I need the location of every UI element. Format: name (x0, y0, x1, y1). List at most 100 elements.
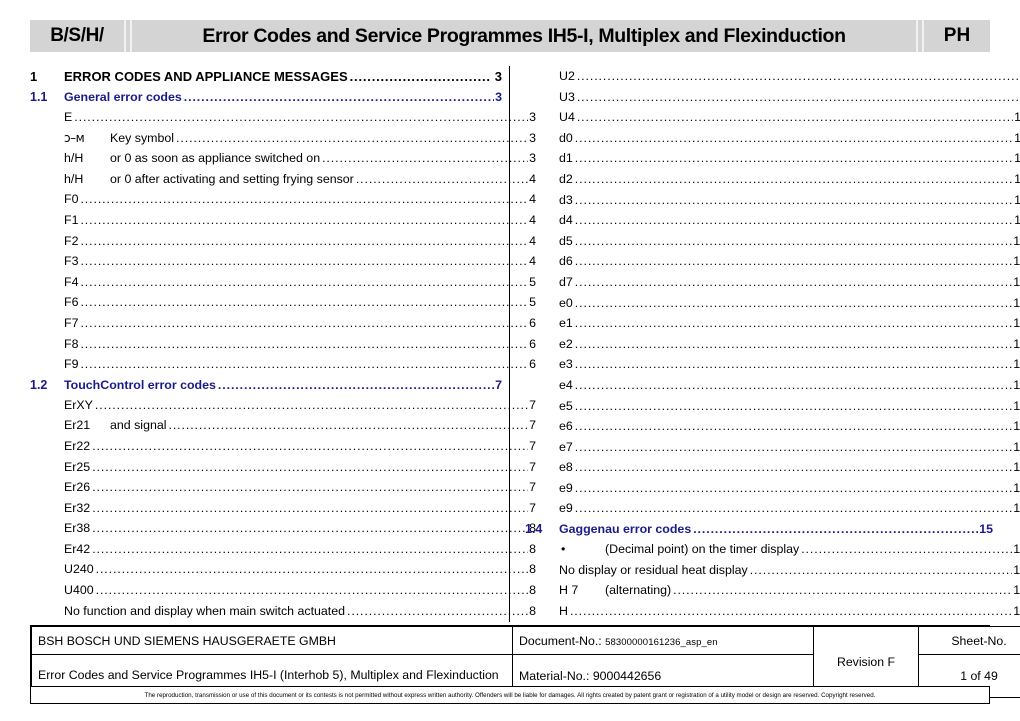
material-no-label: Material-No.: (519, 669, 590, 683)
toc-entry[interactable]: F7......................................… (30, 317, 536, 338)
leader-dots: ........................................… (574, 337, 1012, 351)
toc-entry[interactable]: e9......................................… (525, 482, 1020, 503)
toc-page-number: 15 (979, 523, 993, 537)
leader-dots: ........................................… (574, 234, 1012, 248)
toc-entry[interactable]: e2......................................… (525, 338, 1020, 359)
toc-entry[interactable]: F0......................................… (30, 193, 536, 214)
toc-entry[interactable]: Er42....................................… (30, 543, 536, 564)
toc-entry[interactable]: e9......................................… (525, 502, 1020, 523)
toc-section-label: TouchControl error codes (64, 378, 216, 392)
toc-entry[interactable]: Er25....................................… (30, 461, 536, 482)
leader-dots: ........................................… (80, 337, 528, 350)
toc-page-number: 11 (1014, 152, 1020, 166)
leader-dots: ........................................… (92, 439, 528, 453)
column-divider (509, 66, 510, 622)
toc-page-number: 3 (494, 70, 502, 84)
toc-entry[interactable]: Er38....................................… (30, 522, 536, 543)
toc-entry-code: No function and display when main switch… (64, 604, 346, 618)
leader-dots: ........................................… (574, 172, 1014, 186)
toc-entry[interactable]: e4......................................… (525, 379, 1020, 400)
toc-entry[interactable]: F3......................................… (30, 255, 536, 276)
leader-dots: ........................................… (574, 378, 1012, 392)
toc-entry[interactable]: No display or residual heat display.....… (525, 564, 1020, 585)
leader-dots: ........................................… (574, 193, 1014, 206)
toc-entry[interactable]: ɔ–ᴍ Key symbol ..........................… (30, 132, 536, 153)
toc-entry[interactable]: E.......................................… (30, 111, 536, 132)
toc-entry-code: U400 (64, 584, 94, 598)
toc-entry[interactable]: Er32....................................… (30, 502, 536, 523)
toc-entry[interactable]: F6......................................… (30, 296, 536, 317)
toc-entry[interactable]: e8......................................… (525, 461, 1020, 482)
leader-dots: ........................................… (574, 152, 1014, 165)
toc-entry[interactable]: • (Decimal point) on the timer display ..… (525, 543, 1020, 564)
toc-section-number: 1.1 (30, 91, 48, 104)
leader-dots: ........................................… (801, 543, 1012, 556)
toc-entry[interactable]: d3......................................… (525, 194, 1020, 215)
toc-page-number: 11 (1014, 111, 1020, 125)
copyright-notice: The reproduction, transmission or use of… (30, 686, 990, 704)
toc-page-number: 11 (1014, 214, 1020, 228)
leader-dots: ........................................… (569, 604, 1012, 618)
leader-dots: ........................................… (574, 131, 1014, 145)
toc-entry[interactable]: e0......................................… (525, 297, 1020, 318)
leader-dots: ........................................… (176, 131, 529, 144)
toc-entry[interactable]: d2......................................… (525, 173, 1020, 194)
toc-entry[interactable]: H.......................................… (525, 605, 1020, 626)
toc-entry[interactable]: Er21 and signal .........................… (30, 419, 536, 440)
leader-dots: ........................................… (574, 275, 1012, 289)
leader-dots: ........................................… (574, 502, 1012, 515)
leader-dots: ........................................… (92, 481, 528, 494)
toc-entry-label: and signal (110, 419, 167, 433)
footer-company: BSH BOSCH UND SIEMENS HAUSGERAETE GMBH (31, 626, 513, 655)
toc-entry[interactable]: d4......................................… (525, 214, 1020, 235)
toc-entry[interactable]: d6......................................… (525, 255, 1020, 276)
leader-dots: ........................................… (322, 152, 528, 165)
toc-entry[interactable]: F2......................................… (30, 235, 536, 256)
toc-entry[interactable]: h/H or 0 as soon as appliance switched on… (30, 152, 536, 173)
toc-entry[interactable]: e1......................................… (525, 317, 1020, 338)
table-of-contents-right-column: U2......................................… (525, 70, 1020, 659)
toc-entry-code: e5 (559, 399, 573, 413)
toc-entry-code: H (559, 604, 568, 618)
toc-entry[interactable]: e6......................................… (525, 420, 1020, 441)
toc-heading-1[interactable]: 1 ERROR CODES AND APPLIANCE MESSAGES ....… (30, 70, 502, 91)
toc-heading-1-4[interactable]: 1.4 Gaggenau error codes ................… (525, 523, 993, 543)
toc-entry[interactable]: F4......................................… (30, 276, 536, 297)
toc-entry[interactable]: d7......................................… (525, 276, 1020, 297)
toc-entry[interactable]: U240....................................… (30, 563, 536, 584)
toc-entry[interactable]: ErXY....................................… (30, 399, 536, 420)
toc-entry[interactable]: F9......................................… (30, 358, 536, 379)
toc-entry-code: Er38 (64, 522, 91, 536)
toc-entry[interactable]: U3......................................… (525, 91, 1020, 112)
toc-entry-code: e3 (559, 358, 573, 372)
toc-entry[interactable]: F8......................................… (30, 338, 536, 359)
toc-entry-code: Er25 (64, 460, 91, 474)
toc-entry[interactable]: d0......................................… (525, 132, 1020, 153)
toc-entry[interactable]: e5......................................… (525, 400, 1020, 421)
toc-entry[interactable]: U2......................................… (525, 70, 1020, 91)
toc-page-number: 13 (1013, 317, 1020, 331)
toc-entry-code: Er22 (64, 439, 91, 453)
toc-entry[interactable]: d1......................................… (525, 152, 1020, 173)
department-code: PH (943, 25, 971, 46)
toc-entry[interactable]: U4......................................… (525, 111, 1020, 132)
toc-entry[interactable]: Er22....................................… (30, 440, 536, 461)
toc-entry[interactable]: e7......................................… (525, 441, 1020, 462)
toc-heading-1-1[interactable]: 1.1 General error codes .................… (30, 91, 502, 111)
leader-dots: ........................................… (574, 399, 1012, 412)
toc-entry[interactable]: U400....................................… (30, 584, 536, 605)
toc-entry-label: Key symbol (110, 131, 175, 145)
toc-page-number: 15 (1013, 543, 1020, 557)
toc-page-number: 13 (1013, 275, 1020, 289)
toc-entry[interactable]: e3......................................… (525, 358, 1020, 379)
toc-heading-1-2[interactable]: 1.2 TouchControl error codes ............… (30, 379, 502, 399)
toc-entry[interactable]: F1......................................… (30, 214, 536, 235)
toc-entry[interactable]: d5......................................… (525, 235, 1020, 256)
toc-entry[interactable]: h/H or 0 after activating and setting fry… (30, 173, 536, 194)
toc-entry-code: U240 (64, 563, 94, 577)
toc-entry[interactable]: Er26....................................… (30, 481, 536, 502)
toc-entry-label: (Decimal point) on the timer display (605, 543, 800, 557)
toc-entry[interactable]: No function and display when main switch… (30, 605, 536, 626)
toc-entry[interactable]: H 7 (alternating) .......................… (525, 584, 1020, 605)
leader-dots: ........................................… (576, 90, 1019, 103)
